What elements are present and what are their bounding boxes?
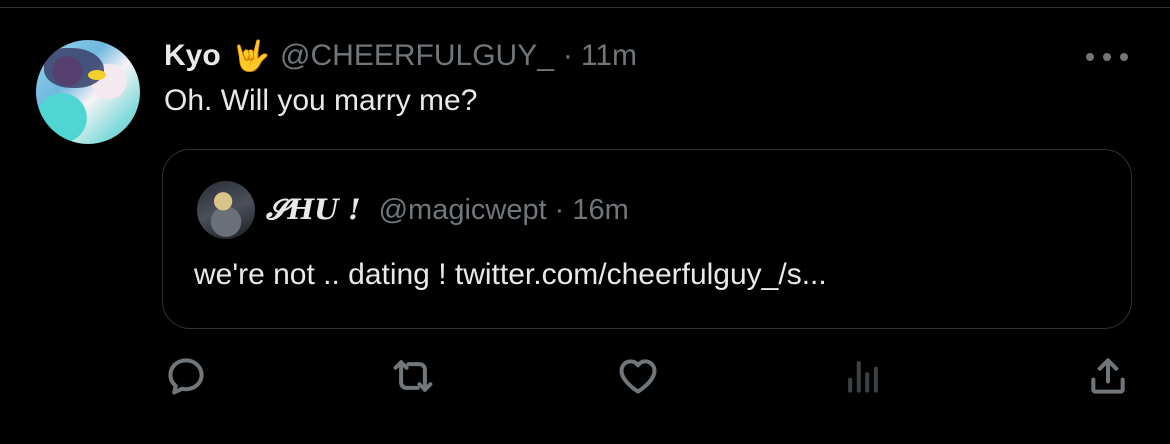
avatar-hair xyxy=(44,48,104,88)
header-separator: · xyxy=(562,39,573,72)
share-icon xyxy=(1091,358,1125,394)
reply-button[interactable] xyxy=(162,352,210,400)
reply-icon xyxy=(168,358,204,395)
analytics-button[interactable] xyxy=(839,352,887,400)
author-name[interactable]: Kyo xyxy=(164,39,221,73)
quoted-author-name: 𝓢HU ! xyxy=(266,193,361,226)
retweet-icon xyxy=(393,360,433,392)
quoted-tweet-text: we're not .. dating ! twitter.com/cheerf… xyxy=(194,258,827,291)
quoted-tweet-time: 16m xyxy=(572,193,629,226)
quoted-tweet-header: 𝓢HU ! @magicwept · 16m xyxy=(266,190,629,230)
like-button[interactable] xyxy=(614,352,662,400)
tweet-text: Oh. Will you marry me? xyxy=(164,84,478,117)
author-handle[interactable]: @CHEERFULGUY_ xyxy=(280,39,554,73)
author-avatar[interactable] xyxy=(36,40,140,144)
like-icon xyxy=(619,359,657,394)
analytics-icon xyxy=(848,361,878,393)
quoted-author-avatar xyxy=(197,181,255,239)
more-options-icon[interactable] xyxy=(1086,50,1128,64)
avatar-eye xyxy=(88,70,106,80)
author-emoji: 🤟 xyxy=(232,39,271,73)
tweet-time[interactable]: 11m xyxy=(581,39,637,73)
quoted-tweet-card[interactable]: 𝓢HU ! @magicwept · 16m we're not .. dati… xyxy=(162,149,1132,329)
quoted-header-separator: · xyxy=(554,193,565,226)
retweet-button[interactable] xyxy=(389,352,437,400)
tweet-header: Kyo 🤟 @CHEERFULGUY_ · 11m xyxy=(164,34,637,78)
top-divider xyxy=(0,7,1170,8)
share-button[interactable] xyxy=(1084,352,1132,400)
quoted-author-handle: @magicwept xyxy=(378,193,547,226)
